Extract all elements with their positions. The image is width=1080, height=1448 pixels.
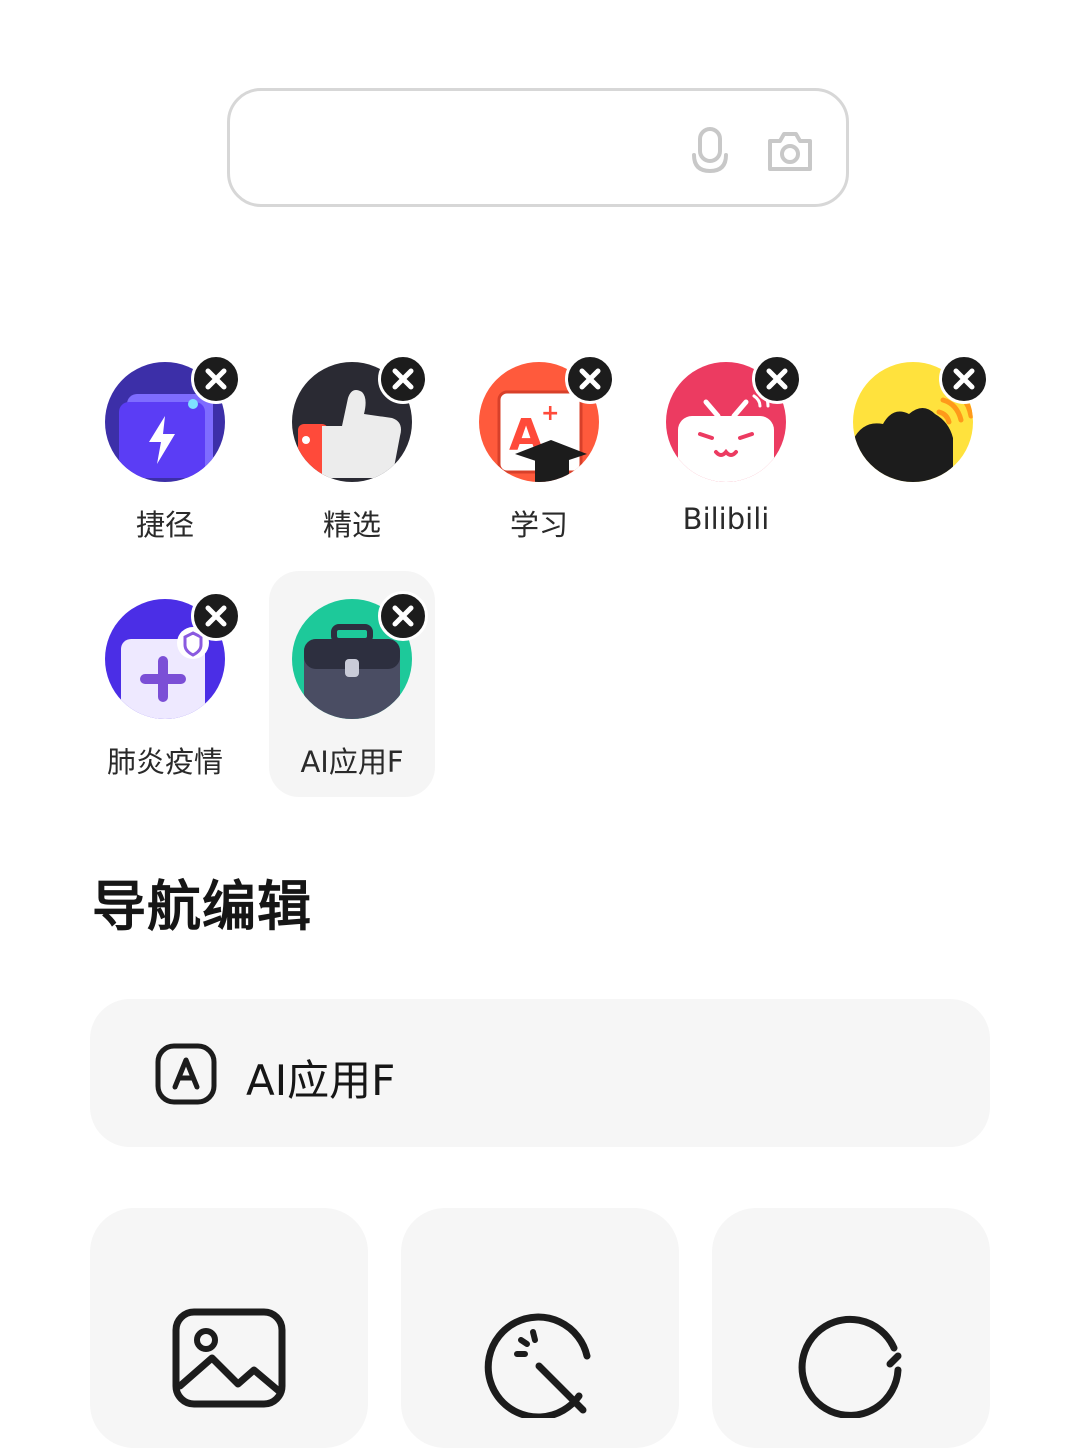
app-label: 精选 [322,508,381,542]
app-name-text[interactable]: AI应用F [246,1047,395,1108]
svg-text:+: + [541,401,559,426]
remove-app-button[interactable] [378,354,428,404]
app-item-epidemic[interactable]: 肺炎疫情 [82,571,248,797]
refresh-icon [798,1315,902,1418]
image-icon [172,1308,286,1408]
option-card-refresh[interactable] [712,1208,990,1448]
app-label: Bilibili [682,502,770,536]
app-item-ai-app[interactable]: AI应用F [269,571,435,797]
search-bar[interactable] [227,88,849,207]
app-label: 学习 [509,508,568,542]
app-item-yellow[interactable] [830,334,996,560]
remove-app-button[interactable] [378,591,428,641]
option-card-image[interactable] [90,1208,368,1448]
app-item-featured[interactable]: 精选 [269,334,435,560]
app-label: 捷径 [135,508,194,542]
section-title: 导航编辑 [92,875,312,938]
search-input[interactable] [260,121,684,179]
microphone-icon[interactable] [684,125,736,177]
app-label: AI应用F [300,745,404,779]
app-item-shortcut[interactable]: 捷径 [82,334,248,560]
option-card-sticker[interactable] [401,1208,679,1448]
app-label: 肺炎疫情 [106,745,223,779]
app-name-field[interactable]: AI应用F [90,999,990,1147]
remove-app-button[interactable] [565,354,615,404]
letter-a-badge-icon [155,1043,217,1105]
sticker-icon [484,1313,591,1418]
app-item-study[interactable]: A + 学习 [456,334,622,560]
remove-app-button[interactable] [939,354,989,404]
remove-app-button[interactable] [191,591,241,641]
remove-app-button[interactable] [752,354,802,404]
app-item-bilibili[interactable]: Bilibili [643,334,809,560]
remove-app-button[interactable] [191,354,241,404]
camera-icon[interactable] [764,125,816,177]
